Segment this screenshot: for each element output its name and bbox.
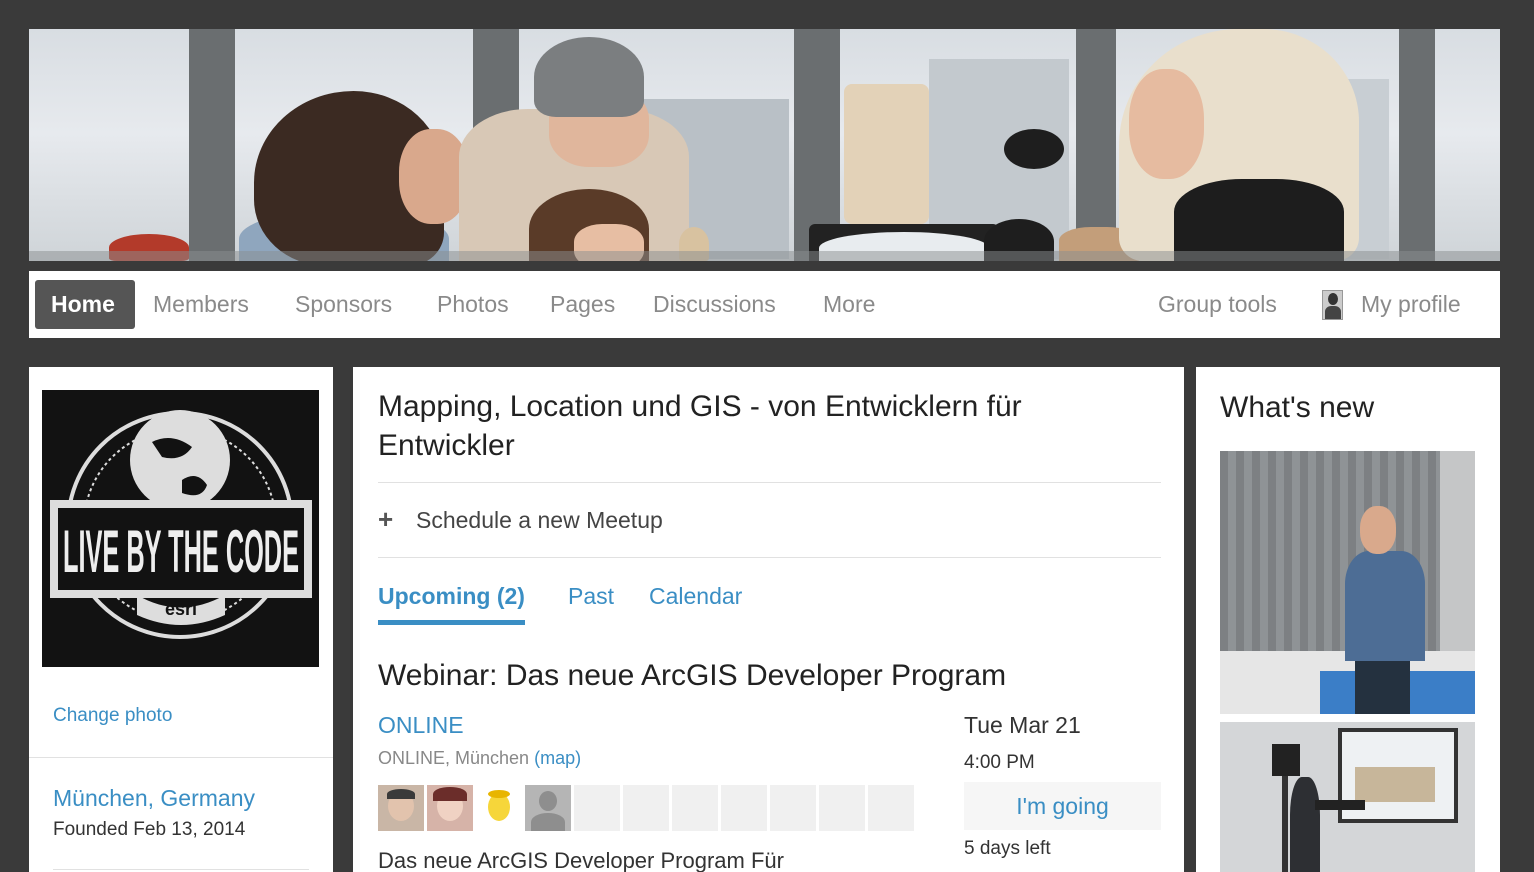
banner-paper-rolls (844, 84, 929, 224)
whats-new-photo[interactable] (1220, 451, 1475, 714)
banner-person (1174, 179, 1344, 261)
event-address-text: ONLINE, München (378, 748, 530, 768)
group-logo[interactable]: LIVE BY THE CODE esri (42, 390, 319, 667)
event-days-left: 5 days left (964, 838, 1051, 859)
nav-group-tools[interactable]: Group tools (1158, 280, 1277, 329)
nav-pages[interactable]: Pages (550, 280, 615, 329)
whats-new-photo[interactable] (1220, 722, 1475, 872)
nav-members[interactable]: Members (153, 280, 249, 329)
empty-attendee-slot (770, 785, 816, 831)
schedule-meetup-label: Schedule a new Meetup (416, 507, 663, 533)
tab-past[interactable]: Past (568, 583, 614, 610)
divider (53, 869, 309, 870)
main-content: Mapping, Location und GIS - von Entwickl… (353, 367, 1184, 872)
event-address: ONLINE, München (map) (378, 748, 581, 769)
nav-my-profile[interactable]: My profile (1361, 280, 1461, 329)
logo-subtext: esri (165, 599, 197, 619)
group-founded-date: Founded Feb 13, 2014 (53, 819, 246, 840)
event-venue-link[interactable]: ONLINE (378, 712, 464, 739)
divider (378, 482, 1161, 483)
divider (378, 557, 1161, 558)
nav-discussions[interactable]: Discussions (653, 280, 776, 329)
banner-lamp (1004, 129, 1064, 169)
group-title: Mapping, Location und GIS - von Entwickl… (378, 390, 1022, 462)
whats-new-panel: What's new (1196, 367, 1500, 872)
tab-calendar[interactable]: Calendar (649, 583, 742, 610)
event-title-link[interactable]: Webinar: Das neue ArcGIS Developer Progr… (378, 659, 1006, 693)
banner-window-frame (189, 29, 235, 261)
banner-person (534, 37, 644, 117)
tab-upcoming[interactable]: Upcoming (2) (378, 583, 525, 625)
logo-text: LIVE BY THE CODE (63, 518, 299, 585)
group-location-link[interactable]: München, Germany (53, 785, 255, 812)
empty-attendee-slot (868, 785, 914, 831)
rsvp-going-button[interactable]: I'm going (964, 782, 1161, 830)
empty-attendee-slot (672, 785, 718, 831)
group-sidebar: LIVE BY THE CODE esri Change photo Münch… (29, 367, 333, 872)
empty-attendee-slot (623, 785, 669, 831)
group-nav-bar: Home Members Sponsors Photos Pages Discu… (29, 271, 1500, 338)
live-by-the-code-logo-icon: LIVE BY THE CODE esri (50, 410, 312, 639)
event-time: 4:00 PM (964, 752, 1035, 773)
whats-new-title: What's new (1220, 391, 1375, 424)
map-link[interactable]: (map) (534, 748, 581, 768)
empty-attendee-slot (721, 785, 767, 831)
attendee-avatar[interactable] (378, 785, 424, 831)
nav-home[interactable]: Home (35, 280, 135, 329)
attendee-avatar[interactable] (476, 785, 522, 831)
divider (29, 757, 333, 758)
attendee-avatar[interactable] (525, 785, 571, 831)
attendee-avatar[interactable] (427, 785, 473, 831)
empty-attendee-slot (574, 785, 620, 831)
event-description: Das neue ArcGIS Developer Program Für (378, 848, 784, 872)
change-photo-link[interactable]: Change photo (53, 705, 172, 727)
group-banner-image (29, 29, 1500, 261)
banner-person (1129, 69, 1204, 179)
schedule-meetup-button[interactable]: + Schedule a new Meetup (378, 492, 663, 547)
empty-attendee-slot (819, 785, 865, 831)
nav-sponsors[interactable]: Sponsors (295, 280, 392, 329)
banner-window-frame (1399, 29, 1435, 261)
banner-shade (29, 251, 1500, 261)
nav-photos[interactable]: Photos (437, 280, 509, 329)
event-date: Tue Mar 21 (964, 712, 1081, 738)
profile-avatar-icon[interactable] (1322, 290, 1343, 320)
nav-more[interactable]: More (823, 280, 875, 329)
plus-icon: + (378, 504, 394, 534)
